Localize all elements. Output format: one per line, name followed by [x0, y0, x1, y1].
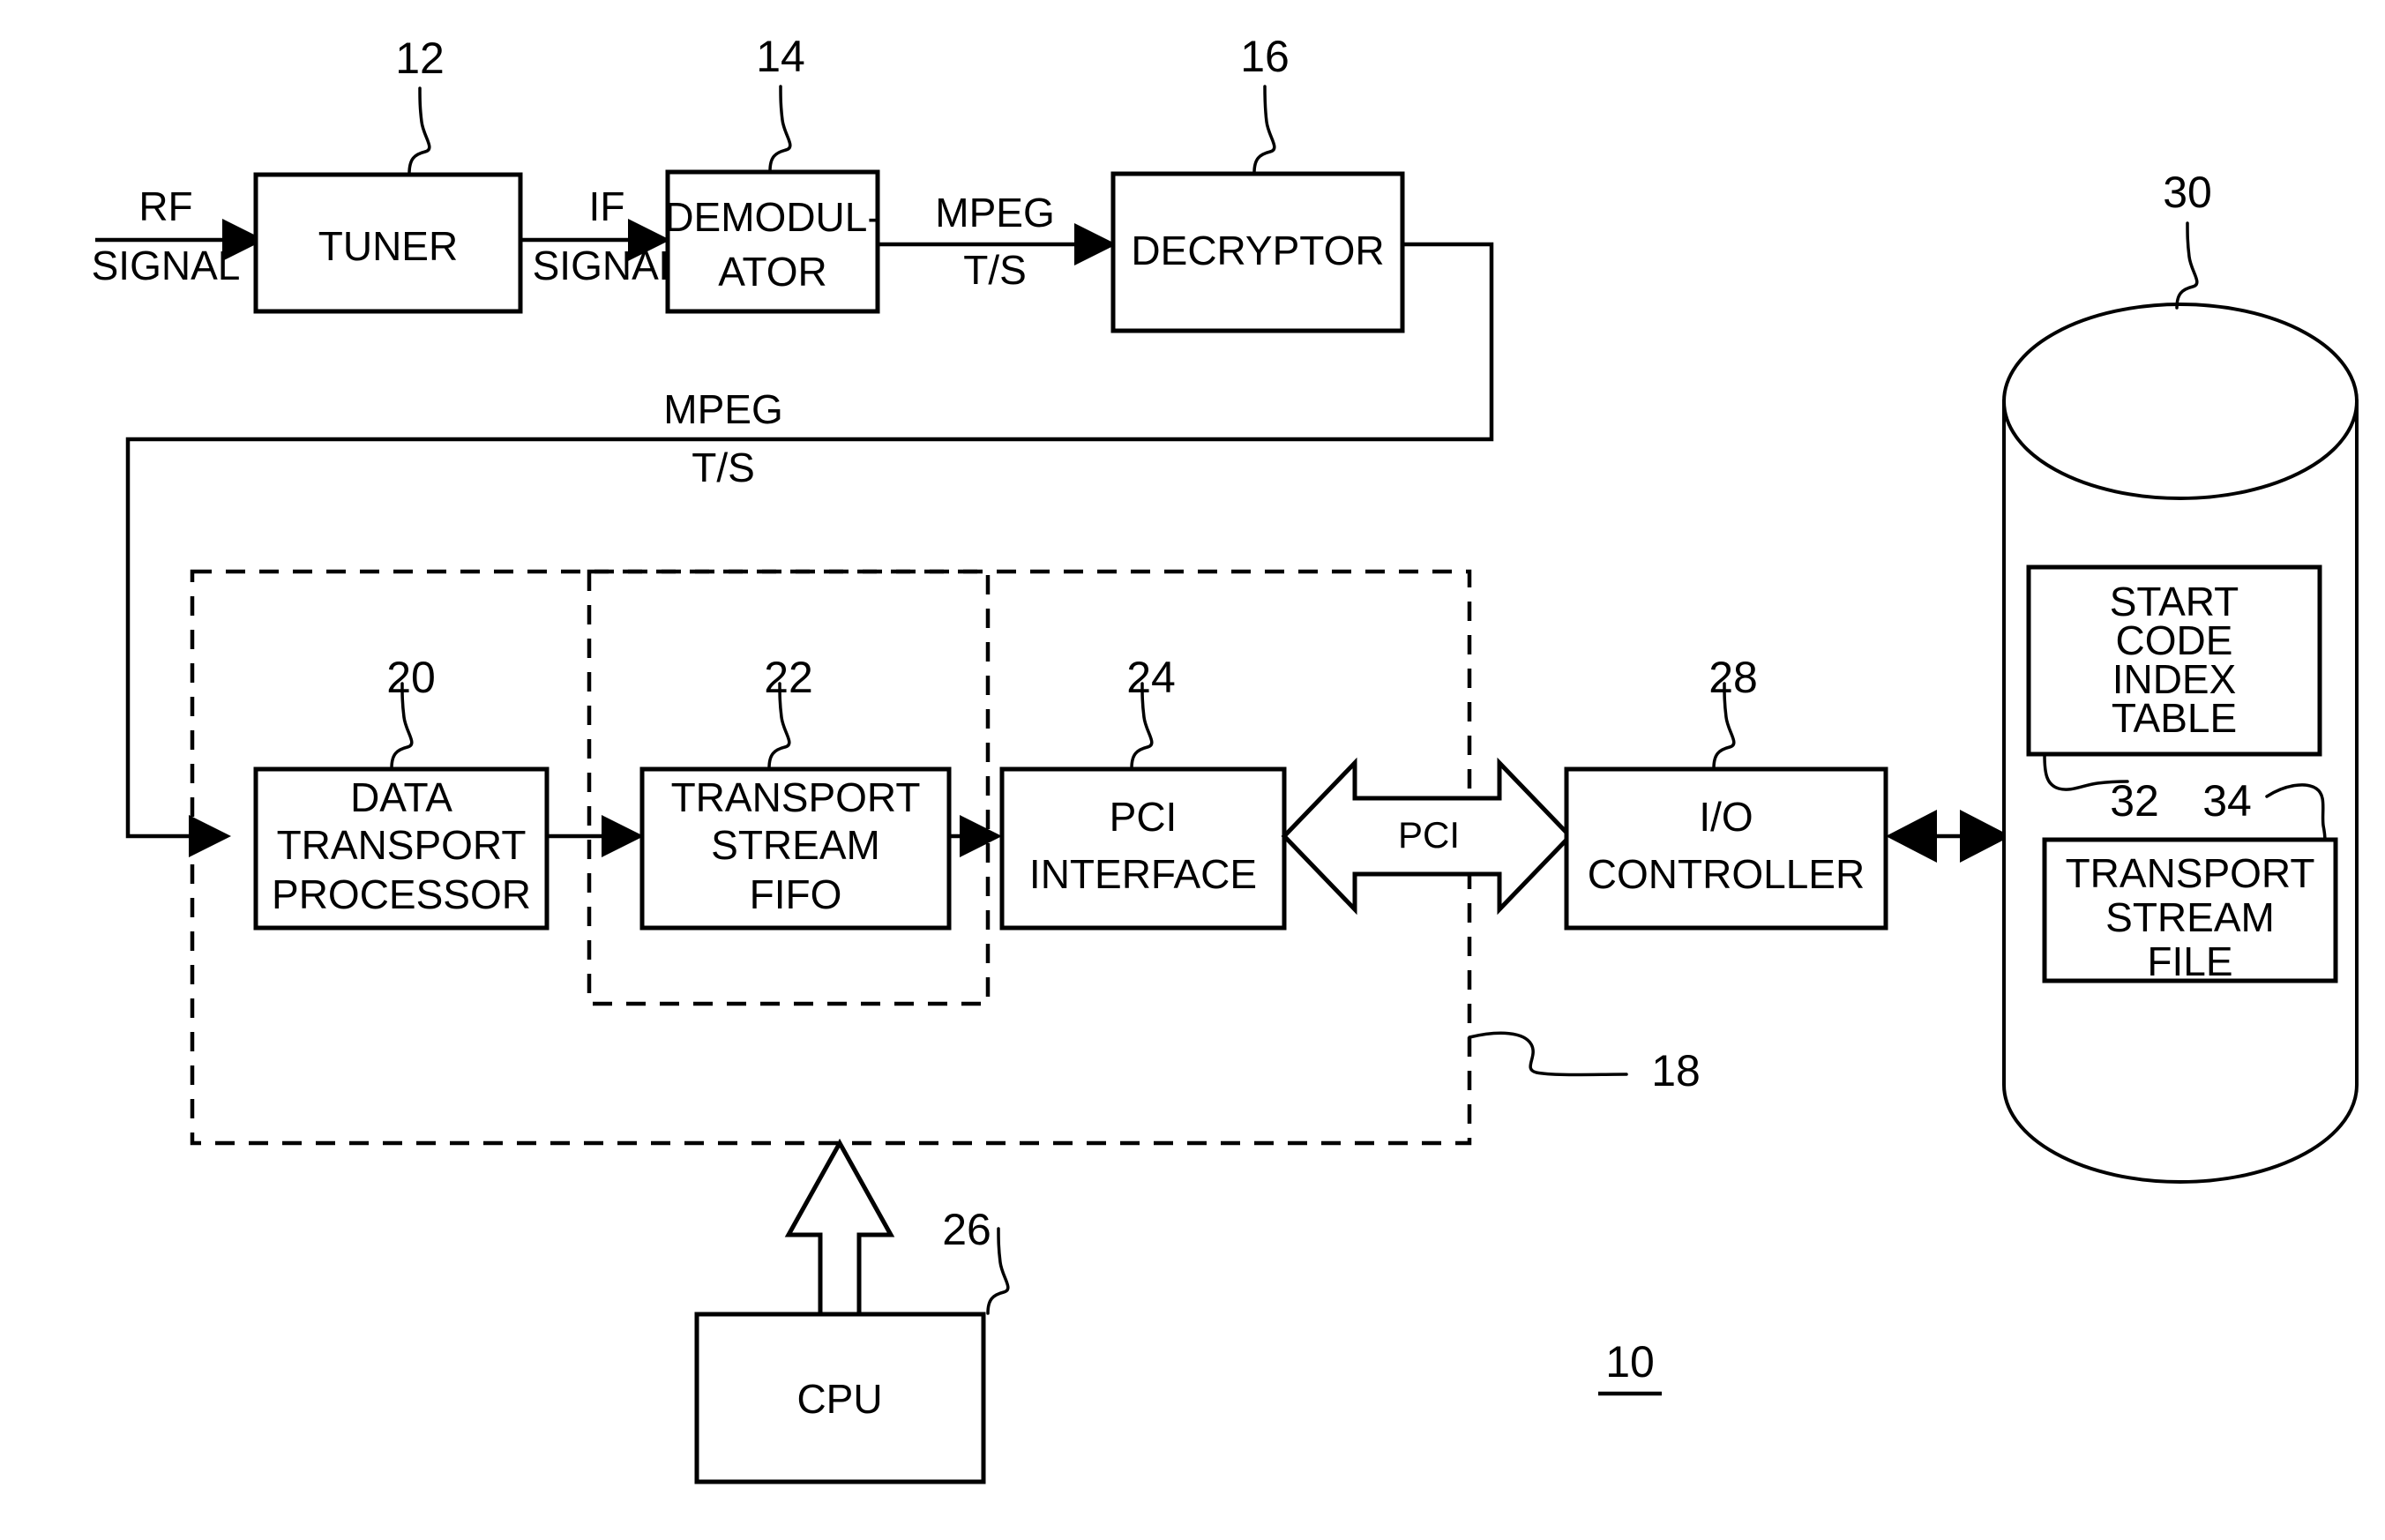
scit-ref-number: 32 [2110, 776, 2159, 826]
io-controller-line2: CONTROLLER [1588, 851, 1865, 897]
decryptor-label: DECRYPTOR [1131, 228, 1384, 273]
tuner-label: TUNER [318, 223, 458, 269]
if-signal-line1: IF [589, 183, 625, 229]
fifo-line3: FIFO [750, 871, 842, 917]
pci-interface-line2: INTERFACE [1029, 851, 1257, 897]
demodulator-ref-number: 14 [756, 32, 805, 81]
cpu-ref-number: 26 [942, 1205, 991, 1254]
mpeg-ts-input-line1: MPEG [935, 190, 1054, 235]
tsf-line1: TRANSPORT [2066, 850, 2315, 896]
if-signal-line2: SIGNAL [533, 243, 682, 288]
decoder-subsystem-ref-leader [1468, 1031, 1628, 1077]
demodulator-ref-leader [768, 85, 792, 173]
mpeg-ts-input-line2: T/S [963, 247, 1027, 293]
tuner-ref-leader [407, 86, 431, 176]
dtp-ref-number: 20 [386, 653, 436, 702]
tsf-line3: FILE [2147, 938, 2232, 984]
mpeg-ts-feedback-path [125, 242, 1494, 839]
rf-signal-line1: RF [138, 183, 192, 229]
fifo-to-pci-arrow [949, 815, 1002, 857]
pci-interface-ref-number: 24 [1126, 653, 1176, 702]
rf-signal-line2: SIGNAL [92, 243, 241, 288]
demodulator-line1: DEMODUL- [664, 194, 880, 240]
tuner-ref-number: 12 [395, 34, 445, 83]
rf-signal-label: RF SIGNAL [92, 183, 241, 288]
decryptor-ref-leader [1252, 85, 1276, 175]
dtp-line1: DATA [350, 774, 452, 820]
mpeg-ts-feedback-arrowhead [189, 815, 231, 857]
fifo-line2: STREAM [711, 822, 880, 868]
fifo-line1: TRANSPORT [671, 774, 921, 820]
mpeg-ts-input-label: MPEG T/S [935, 190, 1054, 293]
figure-number-text: 10 [1605, 1337, 1655, 1387]
mpeg-ts-feedback-line1: MPEG [663, 386, 782, 432]
storage-ref-leader [2175, 221, 2199, 310]
decoder-subsystem-ref-number: 18 [1651, 1046, 1701, 1095]
demodulator-line2: ATOR [718, 249, 827, 295]
tsf-line2: STREAM [2105, 894, 2275, 940]
io-controller-line1: I/O [1699, 794, 1753, 840]
cpu-label: CPU [796, 1376, 882, 1422]
io-controller-ref-number: 28 [1708, 653, 1758, 702]
scit-line4: TABLE [2112, 695, 2237, 741]
patent-figure-diagram: RF SIGNAL TUNER 12 IF SIGNAL DEMODUL- AT… [0, 0, 2385, 1540]
decryptor-ref-number: 16 [1240, 32, 1290, 81]
pci-interface-block [999, 766, 1287, 931]
fifo-ref-number: 22 [764, 653, 813, 702]
dtp-line2: TRANSPORT [277, 822, 527, 868]
io-to-storage-arrow [1886, 810, 2011, 863]
dtp-to-fifo-arrow [547, 815, 644, 857]
io-controller-block [1564, 766, 1888, 931]
pci-interface-line1: PCI [1110, 794, 1178, 840]
mpeg-ts-feedback-line2: T/S [692, 445, 755, 490]
storage-ref-number: 30 [2163, 168, 2212, 217]
figure-number: 10 [1598, 1337, 1662, 1396]
tsf-ref-number: 34 [2202, 776, 2252, 826]
dtp-line3: PROCESSOR [272, 871, 531, 917]
pci-bus-label: PCI [1398, 814, 1460, 856]
